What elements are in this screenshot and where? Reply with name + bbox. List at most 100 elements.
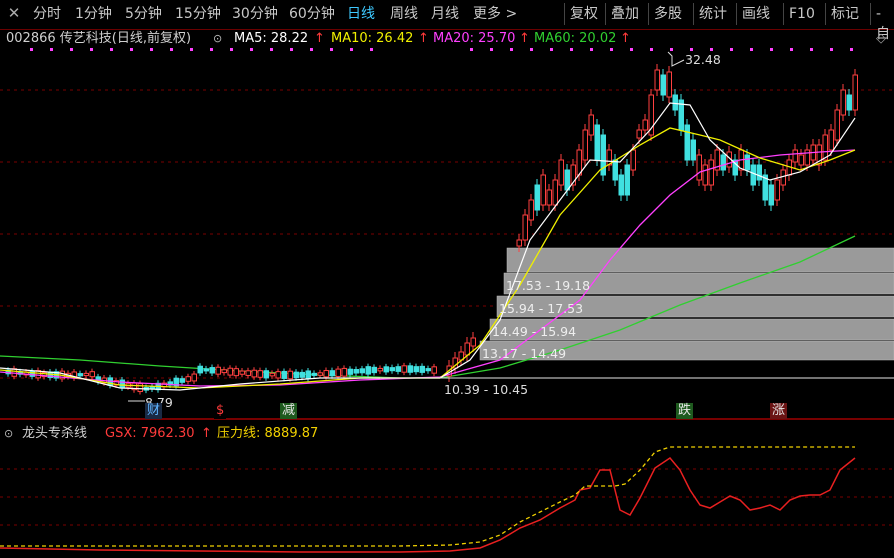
candle-body xyxy=(768,184,774,206)
candle-body xyxy=(203,368,209,372)
candle-body xyxy=(516,239,522,247)
signal-dot xyxy=(290,48,293,51)
candle-body xyxy=(305,370,311,379)
candle-body xyxy=(185,376,191,382)
candle-body xyxy=(834,109,840,141)
candle-body xyxy=(750,164,756,186)
signal-dot xyxy=(690,48,693,51)
signal-dot xyxy=(250,48,253,51)
candle-body xyxy=(774,179,780,201)
candle-body xyxy=(341,367,347,377)
candle-body xyxy=(612,159,618,181)
candle-body xyxy=(227,367,233,376)
signal-dot xyxy=(630,48,633,51)
event-marker-1[interactable]: $ xyxy=(214,403,227,419)
event-marker-4[interactable]: 涨 xyxy=(770,403,788,419)
candle-body xyxy=(708,159,714,186)
candle-body xyxy=(281,370,287,379)
candle-body xyxy=(179,378,185,383)
candle-body xyxy=(419,365,425,373)
candle-body xyxy=(696,154,702,181)
candle-body xyxy=(564,169,570,191)
candle-body xyxy=(401,365,407,373)
candle-body xyxy=(413,366,419,373)
volume-profile-label-4: 13.17 - 14.49 xyxy=(482,346,567,361)
indicator-info: ⊙ 龙头专杀线 GSX: 7962.30 ↑ 压力线: 8889.87 xyxy=(0,424,894,444)
signal-dot xyxy=(810,48,813,51)
candle-body xyxy=(251,369,257,378)
candle-body xyxy=(359,368,365,374)
candle-body xyxy=(311,372,317,376)
candle-body xyxy=(77,373,83,377)
gsx-readout: GSX: 7962.30 xyxy=(105,426,195,441)
signal-dot xyxy=(570,48,573,51)
signal-dot xyxy=(350,48,353,51)
signal-dot xyxy=(170,48,173,51)
candle-body xyxy=(618,174,624,196)
candle-body xyxy=(666,71,672,98)
settings-circle-icon[interactable]: ⊙ xyxy=(4,424,13,444)
candle-body xyxy=(552,179,558,206)
event-marker-0[interactable]: 财 xyxy=(145,403,163,419)
candle-body xyxy=(353,369,359,374)
candle-body xyxy=(756,164,762,181)
candle-body xyxy=(323,370,329,378)
signal-dot xyxy=(310,48,313,51)
candle-body xyxy=(347,368,353,375)
candle-body xyxy=(588,114,594,136)
candle-body xyxy=(209,367,215,374)
candle-body xyxy=(233,368,239,377)
candle-body xyxy=(377,367,383,372)
signal-dot xyxy=(510,48,513,51)
candle-body xyxy=(522,214,528,241)
event-marker-2[interactable]: 减 xyxy=(280,403,298,419)
candle-body xyxy=(389,367,395,372)
gsx-arrow-icon: ↑ xyxy=(201,426,212,441)
signal-dot xyxy=(150,48,153,51)
candle-body xyxy=(197,365,203,374)
candle-body xyxy=(720,154,726,171)
signal-dot xyxy=(710,48,713,51)
candle-body xyxy=(636,129,642,139)
event-marker-3[interactable]: 跌 xyxy=(676,403,694,419)
signal-dot xyxy=(230,48,233,51)
candle-body xyxy=(546,189,552,206)
candle-body xyxy=(660,74,666,96)
candle-body xyxy=(293,371,299,379)
candle-body xyxy=(744,154,750,171)
candle-body xyxy=(257,370,263,378)
gsx-line xyxy=(0,457,856,553)
candle-body xyxy=(383,366,389,373)
kline-chart[interactable] xyxy=(0,0,894,558)
candle-body xyxy=(846,94,852,111)
signal-dot xyxy=(550,48,553,51)
candle-body xyxy=(395,366,401,372)
volume-profile-label-2: 15.94 - 17.53 xyxy=(499,301,584,316)
candle-body xyxy=(672,94,678,111)
candle-body xyxy=(365,366,371,375)
candle-body xyxy=(630,149,636,171)
candle-body xyxy=(263,370,269,379)
candle-body xyxy=(89,371,95,378)
candle-body xyxy=(624,164,630,196)
candle-body xyxy=(540,174,546,206)
signal-dot xyxy=(70,48,73,51)
high-price-label: 32.48 xyxy=(685,52,721,67)
candle-body xyxy=(119,379,125,389)
signal-dot xyxy=(830,48,833,51)
signal-dot xyxy=(270,48,273,51)
candle-body xyxy=(407,365,413,373)
signal-dot xyxy=(730,48,733,51)
signal-dot xyxy=(790,48,793,51)
signal-dot xyxy=(50,48,53,51)
signal-dot xyxy=(650,48,653,51)
signal-dot xyxy=(190,48,193,51)
candle-body xyxy=(221,369,227,374)
candle-body xyxy=(582,129,588,161)
signal-dot xyxy=(610,48,613,51)
signal-dot xyxy=(530,48,533,51)
signal-dot xyxy=(670,48,673,51)
candle-body xyxy=(798,154,804,166)
candle-body xyxy=(191,373,197,382)
candle-body xyxy=(335,368,341,377)
